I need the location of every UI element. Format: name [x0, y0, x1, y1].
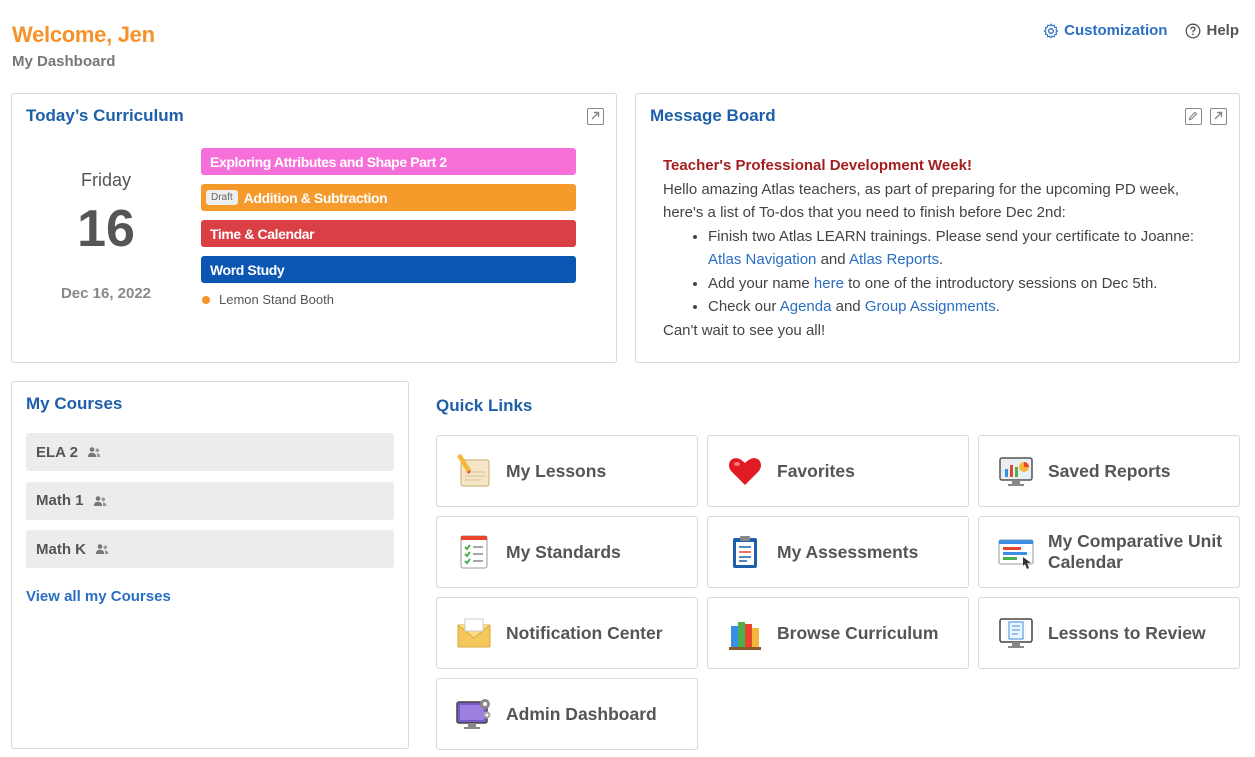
message-board-actions — [1185, 108, 1227, 125]
top-actions: Customization Help — [1043, 22, 1239, 39]
checklist-icon — [460, 535, 488, 569]
todo-item: Check our Agenda and Group Assignments. — [708, 295, 1219, 319]
and-text: and — [835, 298, 861, 315]
todo-text: Add your name — [708, 274, 810, 292]
full-date: Dec 16, 2022 — [60, 285, 152, 302]
agenda-link[interactable]: Agenda — [780, 298, 832, 315]
course-label: ELA 2 — [36, 443, 78, 461]
lesson-bar[interactable]: Word Study — [201, 256, 576, 283]
lesson-planning-icon — [457, 454, 490, 487]
event-label: Lemon Stand Booth — [219, 292, 334, 307]
quick-link-admin-dashboard[interactable]: Admin Dashboard — [436, 678, 698, 750]
customization-label: Customization — [1064, 22, 1168, 39]
lesson-label: Time & Calendar — [210, 225, 315, 242]
course-item[interactable]: Math 1 — [26, 481, 394, 520]
edit-icon[interactable] — [1185, 108, 1202, 125]
quick-link-label: Saved Reports — [1048, 460, 1171, 481]
gear-icon — [1043, 22, 1059, 39]
page-subtitle: My Dashboard — [12, 53, 116, 70]
quick-link-label: Lessons to Review — [1048, 622, 1206, 643]
atlas-navigation-link[interactable]: Atlas Navigation — [708, 251, 816, 268]
course-label: Math 1 — [36, 492, 84, 509]
message-closing: Can't wait to see you all! — [663, 321, 826, 339]
review-monitor-icon — [999, 618, 1033, 648]
quick-link-lessons-to-review[interactable]: Lessons to Review — [978, 597, 1240, 669]
quick-link-label: My Standards — [506, 541, 621, 562]
help-link[interactable]: Help — [1185, 22, 1239, 39]
lesson-bar[interactable]: Time & Calendar — [201, 220, 576, 247]
quick-link-saved-reports[interactable]: Saved Reports — [978, 435, 1240, 507]
todo-text: to one of the introductory sessions on D… — [848, 274, 1158, 292]
event-dot-icon — [202, 295, 210, 304]
todays-curriculum-panel: Today’s Curriculum Friday 16 Dec 16, 202… — [11, 93, 617, 363]
users-icon — [95, 544, 109, 554]
curriculum-panel-actions — [587, 108, 604, 125]
quick-link-label: My Lessons — [506, 460, 607, 481]
quick-link-my-lessons[interactable]: My Lessons — [436, 435, 698, 507]
reports-monitor-icon — [999, 457, 1033, 486]
quick-link-my-standards[interactable]: My Standards — [436, 516, 698, 588]
message-board-panel: Message Board Teacher's Professional Dev… — [635, 93, 1240, 363]
customization-link[interactable]: Customization — [1043, 22, 1167, 39]
message-board-title: Message Board — [650, 106, 776, 125]
quick-link-label: My Assessments — [777, 541, 919, 562]
group-assignments-link[interactable]: Group Assignments — [865, 298, 996, 315]
quick-link-label: Browse Curriculum — [777, 622, 939, 643]
quick-link-label: Admin Dashboard — [506, 703, 657, 724]
course-list: ELA 2 Math 1 Math K — [26, 433, 394, 579]
lesson-label: Addition & Subtraction — [243, 189, 388, 206]
date-block: Friday 16 Dec 16, 2022 — [42, 170, 170, 302]
lesson-list: Exploring Attributes and Shape Part 2 Dr… — [201, 148, 576, 307]
course-item[interactable]: ELA 2 — [26, 433, 394, 471]
envelope-icon — [457, 618, 491, 648]
todo-list: Finish two Atlas LEARN trainings. Please… — [663, 225, 1219, 319]
admin-monitor-icon — [456, 699, 491, 729]
clipboard-icon — [733, 536, 757, 568]
calendar-window-icon — [998, 539, 1034, 569]
quick-link-notification-center[interactable]: Notification Center — [436, 597, 698, 669]
quick-link-label: My Comparative Unit Calendar — [1048, 531, 1223, 572]
heart-icon — [729, 458, 761, 485]
curriculum-title: Today’s Curriculum — [26, 106, 184, 125]
lesson-label: Word Study — [210, 261, 285, 278]
here-link[interactable]: here — [814, 275, 844, 292]
message-heading: Teacher's Professional Development Week! — [663, 157, 972, 174]
quick-links-grid: My Lessons Favorites Saved Reports My St… — [436, 435, 1240, 750]
course-item[interactable]: Math K — [26, 530, 394, 568]
quick-link-my-assessments[interactable]: My Assessments — [707, 516, 969, 588]
course-label: Math K — [36, 540, 86, 558]
todo-text: Finish two Atlas LEARN trainings. Please… — [708, 227, 1195, 245]
open-external-icon[interactable] — [1210, 108, 1227, 125]
quick-link-comparative-unit-calendar[interactable]: My Comparative Unit Calendar — [978, 516, 1240, 588]
todo-text: Check our — [708, 298, 777, 315]
event-item[interactable]: Lemon Stand Booth — [201, 292, 576, 307]
quick-link-label: Favorites — [777, 460, 855, 481]
help-label: Help — [1206, 22, 1239, 39]
quick-link-browse-curriculum[interactable]: Browse Curriculum — [707, 597, 969, 669]
day-name: Friday — [80, 170, 131, 190]
users-icon — [87, 447, 101, 457]
question-circle-icon — [1186, 23, 1201, 38]
day-number: 16 — [77, 200, 135, 258]
todo-item: Finish two Atlas LEARN trainings. Please… — [708, 225, 1219, 272]
my-courses-panel: My Courses ELA 2 Math 1 Math K View all … — [11, 381, 409, 749]
welcome-heading: Welcome, Jen — [12, 22, 155, 47]
quick-link-favorites[interactable]: Favorites — [707, 435, 969, 507]
atlas-reports-link[interactable]: Atlas Reports — [849, 251, 939, 268]
view-all-courses-link[interactable]: View all my Courses — [26, 588, 171, 605]
and-text: and — [820, 251, 846, 268]
lesson-label: Exploring Attributes and Shape Part 2 — [210, 153, 447, 170]
message-intro: Hello amazing Atlas teachers, as part of… — [663, 180, 1180, 222]
lesson-bar[interactable]: Exploring Attributes and Shape Part 2 — [201, 148, 576, 175]
todo-item: Add your name here to one of the introdu… — [708, 272, 1219, 296]
courses-title: My Courses — [26, 394, 123, 413]
lesson-bar[interactable]: Draft Addition & Subtraction — [201, 184, 576, 211]
message-body: Teacher's Professional Development Week!… — [663, 154, 1219, 342]
users-icon — [93, 495, 106, 506]
quick-links-title: Quick Links — [436, 396, 533, 415]
open-external-icon[interactable] — [587, 108, 604, 125]
books-icon — [729, 622, 761, 650]
quick-link-label: Notification Center — [506, 622, 663, 643]
draft-badge: Draft — [206, 190, 238, 205]
